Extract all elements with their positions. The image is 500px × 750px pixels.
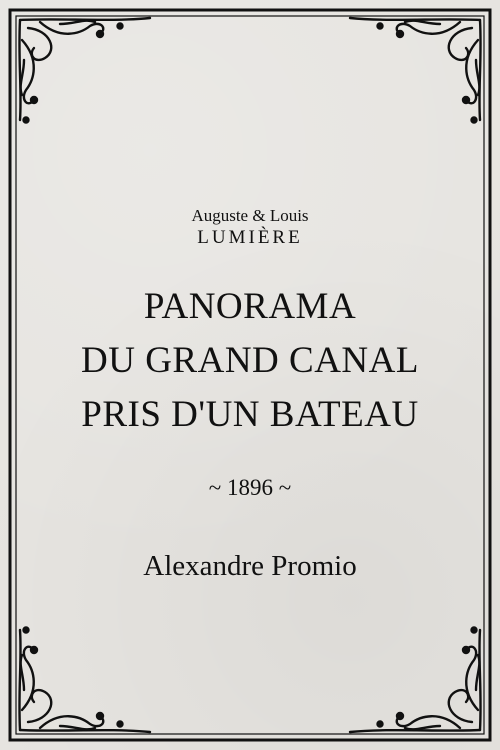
film-title-line-2: DU GRAND CANAL xyxy=(81,340,419,381)
director-name: Alexandre Promio xyxy=(143,550,357,582)
movie-poster: Auguste & Louis LUMIÈRE PANORAMA DU GRAN… xyxy=(0,0,500,750)
studio-credit-name: LUMIÈRE xyxy=(197,227,303,248)
film-title-line-1: PANORAMA xyxy=(143,286,357,327)
release-year: ~ 1896 ~ xyxy=(208,475,292,500)
studio-credit-line: Auguste & Louis xyxy=(191,206,309,225)
poster-content: Auguste & Louis LUMIÈRE PANORAMA DU GRAN… xyxy=(0,0,500,750)
film-title-line-3: PRIS D'UN BATEAU xyxy=(81,394,419,435)
